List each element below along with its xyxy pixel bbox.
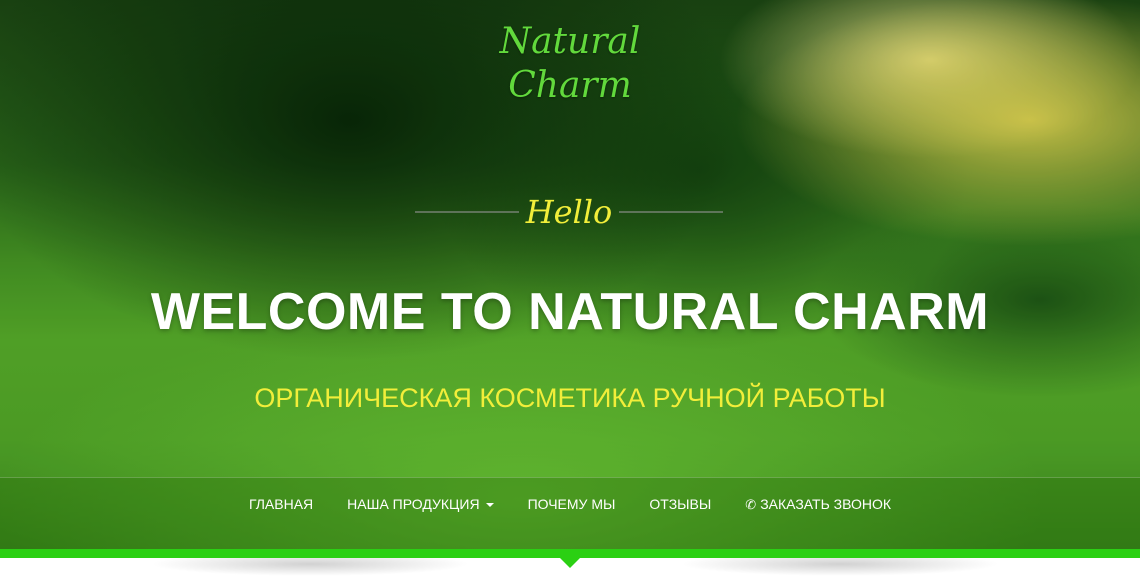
divider-right bbox=[619, 211, 723, 213]
nav-item-order-call[interactable]: ✆ ЗАКАЗАТЬ ЗВОНОК bbox=[728, 478, 908, 530]
hello-text: Hello bbox=[525, 193, 613, 231]
nav-item-why-us[interactable]: ПОЧЕМУ МЫ bbox=[511, 478, 633, 530]
section-pointer-icon bbox=[560, 558, 580, 568]
nav-item-reviews[interactable]: ОТЗЫВЫ bbox=[632, 478, 728, 530]
nav-item-label: НАША ПРОДУКЦИЯ bbox=[347, 496, 480, 512]
nav-item-label: ГЛАВНАЯ bbox=[248, 496, 314, 512]
accent-bar bbox=[0, 549, 1140, 558]
nav-item-label: ОТЗЫВЫ bbox=[649, 496, 712, 512]
divider-left bbox=[415, 211, 519, 213]
shadow-left bbox=[150, 558, 470, 576]
caret-down-icon bbox=[485, 503, 494, 508]
nav-item-label: ЗАКАЗАТЬ ЗВОНОК bbox=[760, 496, 892, 512]
logo-line-2: Charm bbox=[508, 65, 632, 106]
shadow-right bbox=[680, 558, 1000, 576]
hero-banner: Natural Charm Hello WELCOME TO NATURAL C… bbox=[0, 0, 1140, 549]
page-subtitle: ОРГАНИЧЕСКАЯ КОСМЕТИКА РУЧНОЙ РАБОТЫ bbox=[254, 383, 886, 413]
logo-line-1: Natural bbox=[499, 21, 641, 62]
nav-item-home[interactable]: ГЛАВНАЯ bbox=[232, 478, 330, 530]
site-logo[interactable]: Natural Charm bbox=[470, 20, 670, 108]
hello-heading: Hello bbox=[415, 190, 723, 234]
main-navigation: ГЛАВНАЯ НАША ПРОДУКЦИЯ ПОЧЕМУ МЫ ОТЗЫВЫ … bbox=[0, 477, 1140, 549]
nav-item-label: ПОЧЕМУ МЫ bbox=[527, 496, 616, 512]
page-title: WELCOME TO NATURAL CHARM bbox=[150, 283, 990, 341]
phone-icon: ✆ bbox=[745, 497, 757, 512]
nav-item-products[interactable]: НАША ПРОДУКЦИЯ bbox=[330, 478, 510, 530]
